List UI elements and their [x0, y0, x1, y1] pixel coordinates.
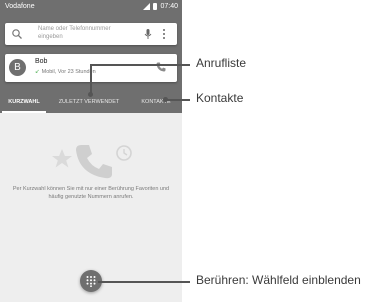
carrier-name: Vodafone — [5, 3, 35, 10]
search-input[interactable]: Name oder Telefonnummer eingeben — [38, 25, 133, 43]
clock: 07:40 — [160, 3, 178, 10]
call-info-text: Mobil, Vor 23 Stunden — [41, 69, 96, 75]
call-info: ↙ Mobil, Vor 23 Stunden — [35, 69, 96, 75]
avatar: B — [9, 59, 26, 76]
call-list-callout-label: Anrufliste — [196, 56, 247, 70]
phone-call-icon[interactable] — [155, 61, 167, 73]
more-options-icon[interactable] — [159, 28, 169, 40]
contact-name: Bob — [35, 58, 48, 65]
empty-state-illustration — [52, 145, 132, 179]
phone-screen: Vodafone 07:40 Name oder Telefonnummer e… — [0, 0, 182, 302]
phone-icon — [76, 145, 112, 179]
empty-state-text: Per Kurzwahl können Sie mit nur einer Be… — [12, 186, 170, 200]
battery-icon — [153, 3, 158, 10]
outgoing-call-arrow-icon: ↙ — [35, 69, 40, 75]
status-bar: Vodafone 07:40 — [0, 0, 182, 13]
search-icon — [12, 29, 22, 39]
status-icons: 07:40 — [143, 0, 178, 13]
dialpad-icon — [86, 276, 96, 287]
contacts-callout-line — [165, 99, 190, 101]
star-icon — [52, 149, 72, 168]
signal-icon — [143, 3, 151, 10]
search-box[interactable]: Name oder Telefonnummer eingeben — [5, 23, 177, 45]
dialpad-callout-label: Berühren: Wählfeld einblenden — [196, 273, 361, 287]
microphone-icon[interactable] — [142, 28, 154, 40]
call-list-callout-dot — [88, 92, 93, 97]
dialpad-callout-line — [98, 281, 190, 283]
call-list-callout-line — [90, 64, 190, 66]
tab-speed-dial[interactable]: KURZWAHL — [0, 91, 48, 113]
app-bar: Name oder Telefonnummer eingeben B Bob ↙… — [0, 13, 182, 113]
tab-contacts[interactable]: KONTAKTE — [130, 91, 182, 113]
contacts-callout-label: Kontakte — [196, 91, 244, 105]
contacts-callout-dot — [163, 97, 168, 102]
call-list-callout-line — [90, 65, 92, 95]
